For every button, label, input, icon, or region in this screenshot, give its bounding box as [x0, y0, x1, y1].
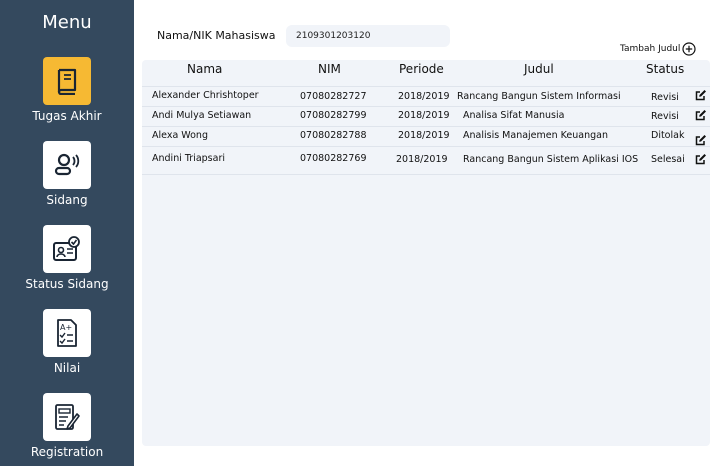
- cell-judul: Analisa Sifat Manusia: [463, 110, 565, 121]
- sidebar-item-label: Sidang: [46, 193, 88, 207]
- cell-status: Revisi: [651, 111, 679, 122]
- sidebar: Menu Tugas Akhir Sidang Status Sidang A+…: [0, 0, 134, 466]
- book-icon: [57, 68, 77, 95]
- edit-icon[interactable]: [695, 134, 707, 146]
- form-edit-icon: [55, 404, 80, 430]
- header-divider: [142, 67, 710, 87]
- add-judul-button[interactable]: Tambah Judul: [620, 41, 696, 57]
- cell-nim: 07080282788: [300, 130, 367, 141]
- plus-circle-icon: [682, 42, 696, 56]
- cell-nim: 07080282727: [300, 91, 367, 102]
- cell-judul: Rancang Bangun Sistem Informasi: [457, 91, 621, 102]
- cell-periode: 2018/2019: [398, 110, 450, 121]
- cell-nama: Andini Triapsari: [152, 153, 225, 164]
- edit-icon[interactable]: [695, 109, 707, 121]
- cell-periode: 2018/2019: [396, 154, 448, 165]
- cell-nim: 07080282769: [300, 153, 367, 164]
- sidebar-item-label: Registration: [30, 445, 104, 459]
- svg-text:A+: A+: [60, 323, 72, 332]
- cell-nama: Andi Mulya Setiawan: [152, 110, 252, 121]
- cell-judul: Analisis Manajemen Keuangan: [463, 130, 609, 141]
- presenter-icon: [54, 153, 80, 176]
- cell-periode: 2018/2019: [398, 91, 450, 102]
- cell-nama: Alexa Wong: [152, 130, 208, 141]
- search-input[interactable]: [286, 25, 450, 47]
- search-label: Nama/NIK Mahasiswa: [157, 29, 276, 42]
- cell-status: Selesai: [651, 154, 685, 165]
- add-judul-label: Tambah Judul: [620, 44, 681, 54]
- sidebar-item-label: Tugas Akhir: [32, 109, 102, 123]
- menu-title: Menu: [42, 12, 92, 33]
- cell-nim: 07080282799: [300, 110, 367, 121]
- grade-sheet-icon: A+: [57, 319, 77, 347]
- sidebar-item-label: Status Sidang: [25, 277, 109, 291]
- cell-periode: 2018/2019: [398, 130, 450, 141]
- edit-icon[interactable]: [695, 89, 707, 101]
- cell-judul: Rancang Bangun Sistem Aplikasi IOS: [463, 154, 639, 165]
- cell-status: Revisi: [651, 92, 679, 103]
- id-card-check-icon: [53, 236, 80, 261]
- sidebar-item-label: Nilai: [53, 361, 81, 375]
- cell-nama: Alexander Chrishtoper: [152, 90, 259, 101]
- edit-icon[interactable]: [695, 153, 707, 165]
- cell-status: Ditolak: [651, 130, 685, 141]
